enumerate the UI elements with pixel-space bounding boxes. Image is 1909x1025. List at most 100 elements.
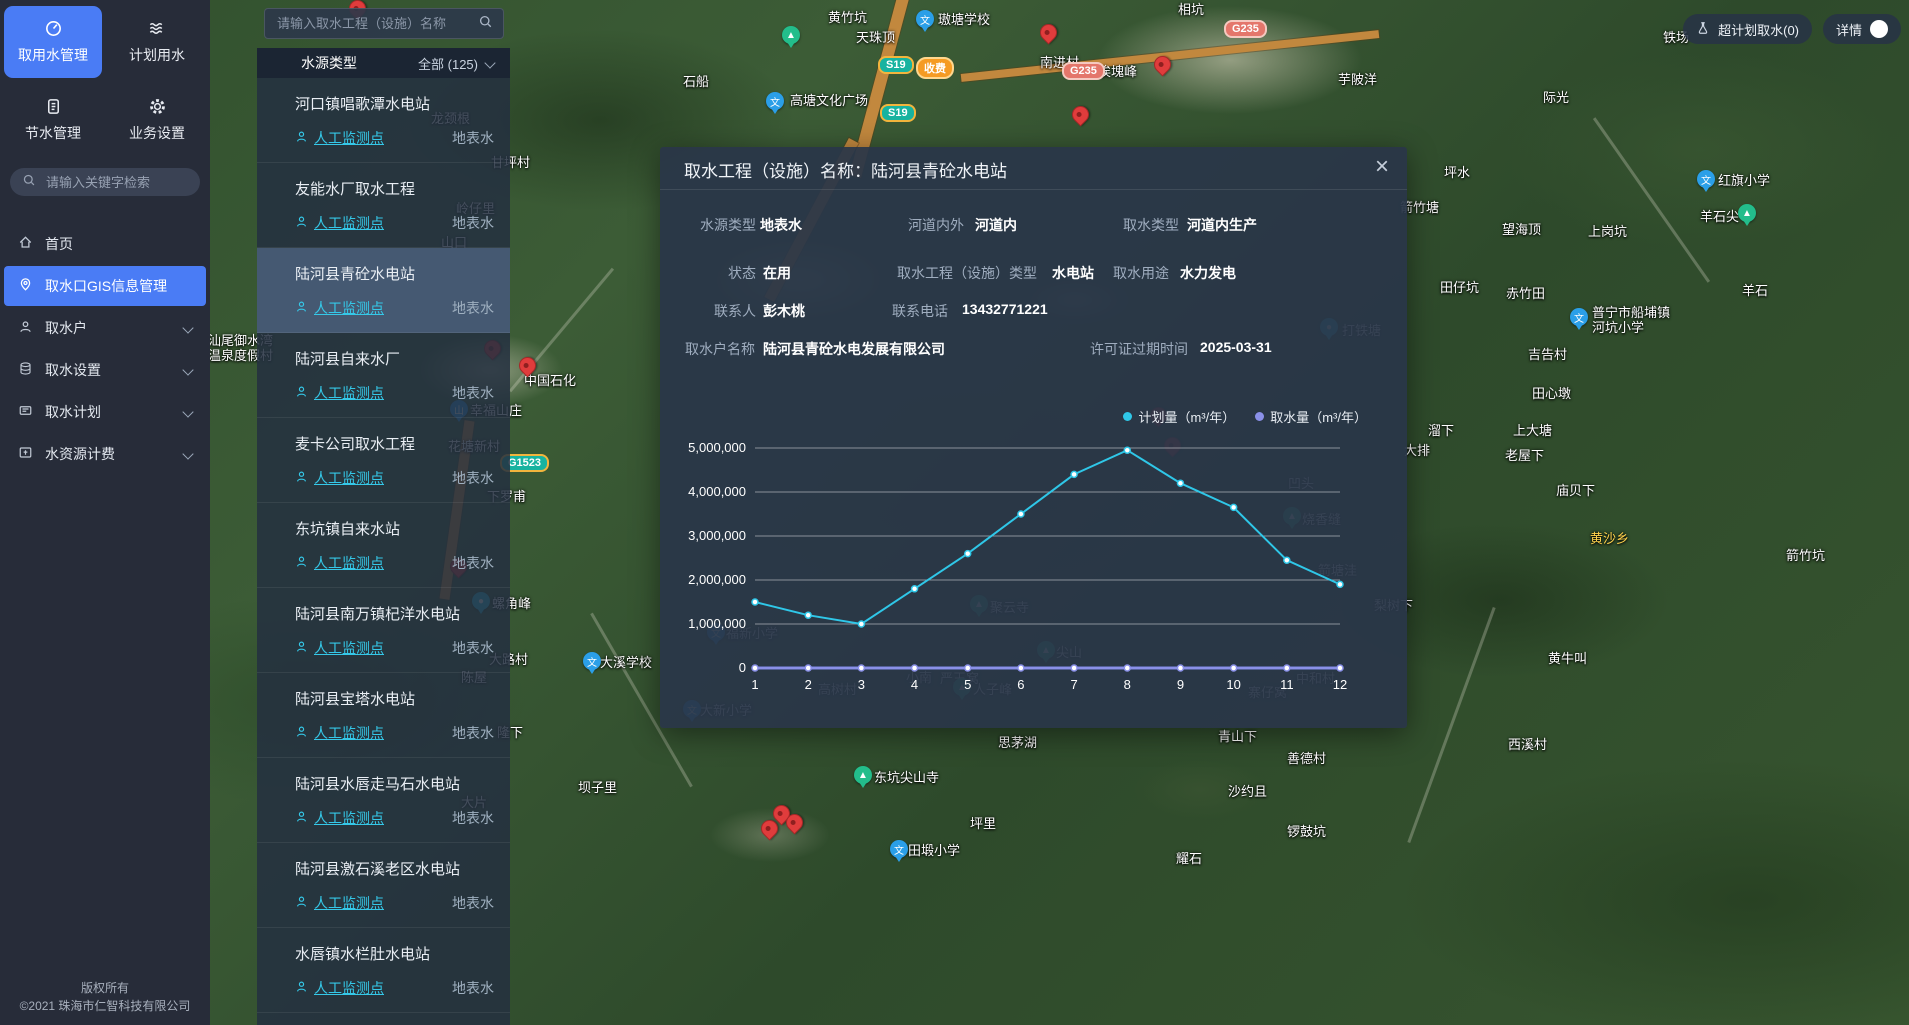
map-marker-blue[interactable]: 文 (890, 840, 908, 858)
menu-item-intake-settings[interactable]: 取水设置 (4, 350, 206, 390)
marker-glyph: 文 (1574, 310, 1584, 325)
station-list-item[interactable]: 水唇镇水栏肚水电站 人工监测点 地表水 (257, 928, 510, 1013)
monitor-point-link[interactable]: 人工监测点 (295, 298, 384, 318)
water-source-type: 地表水 (452, 383, 494, 403)
station-list-item[interactable]: 陆河县激石溪老区水电站 人工监测点 地表水 (257, 843, 510, 928)
monitor-point-link[interactable]: 人工监测点 (295, 978, 384, 998)
map-marker-blue[interactable]: 文 (1697, 170, 1715, 188)
station-detail-modal: 取水工程（设施）名称：陆河县青砼水电站 × 水源类型 地表水 河道内外 河道内 … (660, 147, 1407, 728)
station-meta: 人工监测点 地表水 (295, 638, 494, 658)
monitor-point-label: 人工监测点 (314, 893, 384, 913)
sidebar-search-input[interactable] (44, 174, 224, 191)
sidebar-menu: 首页 取水口GIS信息管理 取水户 (0, 222, 210, 476)
station-list-item[interactable]: 友能水厂取水工程 人工监测点 地表水 (257, 163, 510, 248)
svg-text:6: 6 (1017, 677, 1024, 692)
detail-toggle-pill[interactable]: 详情 (1823, 14, 1901, 44)
field-label: 水源类型 (700, 215, 756, 235)
station-list-item[interactable]: 河口镇唱歌潭水电站 人工监测点 地表水 (257, 78, 510, 163)
sidebar: 取用水管理 计划用水 节水管理 (0, 0, 210, 1025)
monitor-point-link[interactable]: 人工监测点 (295, 553, 384, 573)
svg-text:2,000,000: 2,000,000 (688, 572, 746, 587)
station-search-input[interactable] (275, 15, 470, 32)
tile-planned-water-use[interactable]: 计划用水 (108, 6, 206, 78)
map-label: 田心墩 (1532, 386, 1571, 401)
water-source-type: 地表水 (452, 638, 494, 658)
station-list-item[interactable]: 陆河县南万镇杞洋水电站 人工监测点 地表水 (257, 588, 510, 673)
station-list-item[interactable]: 陆河县宝塔水电站 人工监测点 地表水 (257, 673, 510, 758)
map-label: 相坑 (1178, 2, 1204, 17)
detail-row: 状态 在用 取水工程（设施）类型 水电站 取水用途 水力发电 (660, 263, 1407, 285)
field-value: 水电站 (1052, 263, 1094, 283)
chevron-down-icon (182, 364, 193, 375)
search-icon[interactable] (478, 14, 493, 34)
station-list-item[interactable]: 陆河县水唇走马石水电站 人工监测点 地表水 (257, 758, 510, 843)
map-marker-blue[interactable]: 文 (583, 652, 601, 670)
field-value: 陆河县青砼水电发展有限公司 (763, 339, 945, 359)
tile-label: 取用水管理 (18, 45, 88, 65)
tile-business-settings[interactable]: 业务设置 (108, 84, 206, 156)
map-label: 东坑尖山寺 (874, 770, 939, 785)
monitor-point-link[interactable]: 人工监测点 (295, 723, 384, 743)
close-icon[interactable]: × (1375, 151, 1389, 183)
menu-label: 取水户 (45, 318, 87, 338)
road-shield: S19 (880, 104, 916, 122)
sidebar-search[interactable] (10, 168, 200, 196)
monitor-point-link[interactable]: 人工监测点 (295, 383, 384, 403)
legend-item[interactable]: 计划量（m³/年） (1123, 407, 1235, 426)
menu-item-water-resource-billing[interactable]: 水资源计费 (4, 434, 206, 474)
map-marker-pin[interactable] (1036, 20, 1060, 44)
menu-item-intake-gis-management[interactable]: 取水口GIS信息管理 (4, 266, 206, 306)
field-label: 取水户名称 (685, 339, 755, 359)
map-marker-green[interactable]: ▲ (1738, 204, 1756, 222)
water-source-type: 地表水 (452, 723, 494, 743)
water-source-type: 地表水 (452, 213, 494, 233)
map-marker-pin[interactable] (1068, 102, 1092, 126)
menu-item-intake-plan[interactable]: 取水计划 (4, 392, 206, 432)
menu-label: 取水计划 (45, 402, 101, 422)
map-label: 西溪村 (1508, 737, 1547, 752)
map-label: 思茅湖 (998, 735, 1037, 750)
svg-text:5: 5 (964, 677, 971, 692)
map-label: 田塅小学 (908, 843, 960, 858)
menu-item-water-users[interactable]: 取水户 (4, 308, 206, 348)
map-label: 大排 (1404, 443, 1430, 458)
station-search[interactable] (264, 8, 504, 39)
map-marker-green[interactable]: ▲ (854, 766, 872, 784)
field-label: 许可证过期时间 (1090, 339, 1188, 359)
map-label: 石船 (683, 74, 709, 89)
map-label: 庙贝下 (1556, 483, 1595, 498)
monitor-point-link[interactable]: 人工监测点 (295, 468, 384, 488)
filter-dropdown[interactable]: 全部 (125) (418, 54, 494, 73)
monitor-point-link[interactable]: 人工监测点 (295, 808, 384, 828)
monitor-point-link[interactable]: 人工监测点 (295, 893, 384, 913)
map-label: 黄牛叫 (1548, 651, 1587, 666)
tile-water-saving-management[interactable]: 节水管理 (4, 84, 102, 156)
map-label: 青山下 (1218, 729, 1257, 744)
field-label: 取水工程（设施）类型 (897, 263, 1037, 283)
station-list-item[interactable]: 陆河县自来水厂 人工监测点 地表水 (257, 333, 510, 418)
map-marker-blue[interactable]: 文 (1570, 308, 1588, 326)
over-plan-intake-label: 超计划取水(0) (1718, 20, 1799, 39)
menu-item-home[interactable]: 首页 (4, 224, 206, 264)
station-list-item[interactable]: 陆河县青砼水电站 人工监测点 地表水 (257, 248, 510, 333)
map-label: 红旗小学 (1718, 173, 1770, 188)
map-label: 黄沙乡 (1590, 531, 1629, 546)
monitor-point-link[interactable]: 人工监测点 (295, 638, 384, 658)
search-icon (22, 173, 36, 192)
map-marker-green[interactable]: ▲ (782, 26, 800, 44)
legend-item[interactable]: 取水量（m³/年） (1255, 407, 1367, 426)
map-label: 普宁市船埔镇 (1592, 305, 1670, 320)
svg-text:0: 0 (739, 660, 746, 675)
detail-row: 联系人 彭木桃 联系电话 13432771221 (660, 301, 1407, 323)
station-list-item[interactable]: 东坑镇自来水站 人工监测点 地表水 (257, 503, 510, 588)
over-plan-intake-pill[interactable]: 超计划取水(0) (1683, 14, 1812, 44)
map-marker-blue[interactable]: 文 (766, 92, 784, 110)
station-name: 陆河县青砼水电站 (295, 263, 494, 284)
map-marker-blue[interactable]: 文 (916, 10, 934, 28)
tile-water-intake-management[interactable]: 取用水管理 (4, 6, 102, 78)
monitor-point-link[interactable]: 人工监测点 (295, 128, 384, 148)
station-list-item[interactable]: 麦卡公司取水工程 人工监测点 地表水 (257, 418, 510, 503)
monitor-point-link[interactable]: 人工监测点 (295, 213, 384, 233)
map-label: 际光 (1543, 90, 1569, 105)
detail-toggle-knob[interactable] (1870, 20, 1888, 38)
